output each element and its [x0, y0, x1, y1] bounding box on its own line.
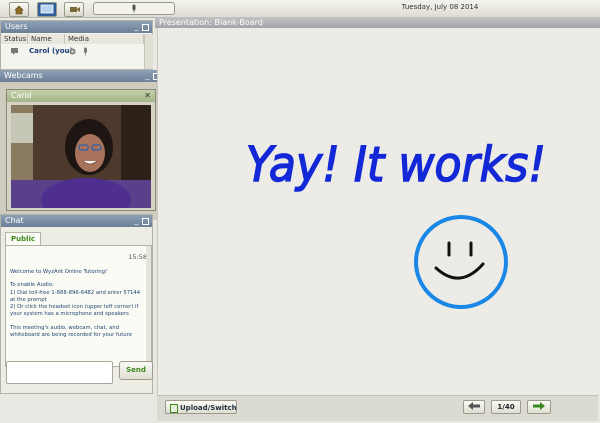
previous-slide-button[interactable] [463, 400, 485, 414]
maximize-icon[interactable] [142, 24, 149, 31]
chat-line: Welcome to WyzAnt Online Tutoring! [10, 269, 108, 275]
minimize-icon[interactable]: _ [133, 217, 140, 225]
smiley-face [414, 215, 508, 309]
desktop-share-button[interactable] [37, 2, 57, 17]
webcams-title: Webcams [4, 71, 43, 80]
next-slide-button[interactable] [527, 400, 551, 414]
user-name: Carol (you) [29, 47, 73, 55]
microphone-icon [132, 4, 136, 13]
users-header: Users _ [1, 21, 152, 33]
presentation-header: Presentation: Blank-Board [155, 17, 600, 28]
whiteboard-drawing: Yay! It works! [245, 136, 547, 309]
board-text: Yay! It works! [246, 137, 546, 193]
webcam-status-icon[interactable] [68, 47, 77, 56]
chat-title: Chat [5, 216, 24, 225]
arrow-right-icon [533, 402, 545, 410]
minimize-icon[interactable]: _ [144, 72, 151, 80]
users-panel: Users _ Status Name Media Carol (you) [0, 20, 153, 70]
top-toolbar: Tuesday, July 08 2014 [0, 0, 600, 18]
webcam-user-name: Carol [11, 91, 32, 100]
upload-switch-button[interactable]: Upload/Switch [165, 400, 237, 414]
users-title: Users [5, 22, 28, 31]
chat-panel: Chat _ Public 15:58 Welcome to WyzAnt On… [0, 214, 153, 394]
column-status[interactable]: Status [1, 34, 28, 44]
webcam-share-button[interactable] [64, 2, 84, 17]
presentation-footer: Upload/Switch 1/40 [157, 395, 598, 421]
column-name[interactable]: Name [28, 34, 65, 44]
tab-public[interactable]: Public [5, 232, 41, 246]
webcams-header: Webcams _ [0, 70, 163, 82]
column-media[interactable]: Media [65, 34, 144, 44]
chat-line: 2) Or click the headset icon (upper left… [10, 304, 139, 318]
webcam-window-title: Carol ✕ [7, 90, 155, 102]
chat-messages: 15:58 Welcome to WyzAnt Online Tutoring!… [5, 245, 152, 367]
home-icon [14, 5, 24, 15]
message-time: 15:58 [128, 253, 147, 261]
table-row[interactable]: Carol (you) [1, 45, 144, 58]
webcam-feed-image [11, 105, 151, 208]
date-display: Tuesday, July 08 2014 [401, 3, 479, 11]
chat-line: 1) Dial toll-free 1-888-896-6482 and ent… [10, 289, 141, 303]
users-scrollbar[interactable] [144, 34, 153, 69]
chat-line: To enable Audio: [10, 282, 54, 289]
camera-icon [70, 7, 80, 12]
chat-header: Chat _ [1, 215, 152, 227]
chat-input[interactable] [6, 361, 113, 384]
page-indicator[interactable]: 1/40 [491, 400, 521, 414]
webcam-window[interactable]: Carol ✕ [6, 89, 156, 211]
upload-label: Upload/Switch [180, 404, 237, 412]
user-status-icon [11, 48, 18, 55]
microphone-slot[interactable] [93, 2, 175, 15]
webcam-video [11, 105, 151, 208]
minimize-icon[interactable]: _ [133, 23, 140, 31]
message-text: Welcome to WyzAnt Online Tutoring! To en… [10, 269, 146, 345]
chat-scrollbar[interactable] [146, 246, 151, 366]
whiteboard-canvas[interactable]: Yay! It works! [157, 28, 599, 395]
monitor-icon [40, 4, 54, 14]
send-button[interactable]: Send [119, 361, 153, 380]
chat-line: This meeting's audio, webcam, chat, and … [10, 324, 132, 339]
presentation-title: Presentation: Blank-Board [159, 18, 263, 27]
close-icon[interactable]: ✕ [144, 90, 151, 102]
maximize-icon[interactable] [142, 218, 149, 225]
upload-icon [170, 404, 178, 413]
home-button[interactable] [9, 2, 29, 17]
arrow-left-icon [468, 402, 480, 410]
microphone-status-icon[interactable] [82, 47, 89, 56]
